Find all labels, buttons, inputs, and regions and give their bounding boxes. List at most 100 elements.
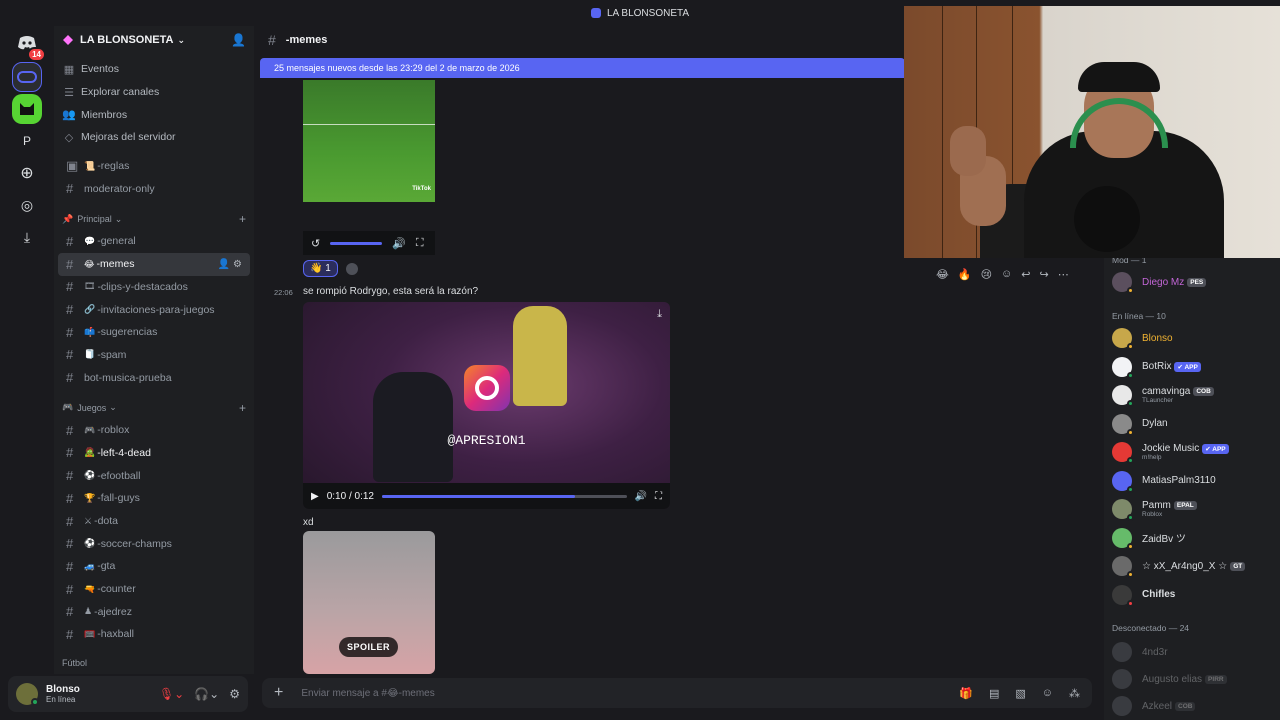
add-channel-icon[interactable]: + <box>239 212 246 226</box>
spoiler-image[interactable]: SPOILER <box>303 531 435 674</box>
new-messages-bar[interactable]: 25 mensajes nuevos desde las 23:29 del 2… <box>260 58 905 78</box>
channel-spam[interactable]: # 🧻 -spam <box>58 344 250 367</box>
gif-icon[interactable]: ▤ <box>989 687 999 700</box>
download-icon[interactable]: ⤓ <box>12 222 42 252</box>
member-item[interactable]: Jockie Music ✔ APP m!help <box>1112 440 1272 464</box>
reply-icon[interactable]: ↩ <box>1021 268 1030 281</box>
channel-ajedrez[interactable]: # ♟ -ajedrez <box>58 600 250 623</box>
gift-icon[interactable]: 🎁 <box>959 687 973 700</box>
add-reaction-icon[interactable]: ☺ <box>1001 268 1012 281</box>
channel-efootball[interactable]: # ⚽ -efootball <box>58 464 250 487</box>
mic-muted-icon[interactable]: 🎙⌄ <box>159 687 184 701</box>
emoji-icon[interactable]: ☺ <box>1042 687 1053 700</box>
channel-haxball[interactable]: # 🥅 -haxball <box>58 623 250 646</box>
avatar <box>1112 470 1134 493</box>
message-timestamp: 22:06 <box>274 288 293 297</box>
forward-icon[interactable]: ↪ <box>1039 268 1048 281</box>
server-p[interactable]: P <box>12 126 42 156</box>
channel-dota[interactable]: # ⚔ -dota <box>58 510 250 533</box>
invite-icon[interactable]: 👤 <box>231 33 246 47</box>
hash-icon: # <box>66 347 74 363</box>
add-reaction-icon[interactable] <box>345 262 358 275</box>
replay-icon[interactable]: ↺ <box>311 237 320 250</box>
spoiler-label[interactable]: SPOILER <box>339 637 399 657</box>
member-item[interactable]: MatiasPalm3110 <box>1112 469 1272 493</box>
volume-icon[interactable]: 🔊 <box>392 237 406 250</box>
channel-settings-icon[interactable]: 👤 ⚙ <box>218 259 242 270</box>
server-boost-icon <box>63 35 73 45</box>
member-item-offline[interactable]: 4nd3r <box>1112 640 1272 664</box>
video-thumbnail-football[interactable]: TikTok <box>303 80 435 202</box>
status-dot <box>1127 542 1134 550</box>
category-futbol[interactable]: Fútbol <box>54 652 254 674</box>
volume-icon[interactable]: 🔊 <box>635 491 647 502</box>
nav-events[interactable]: ▦ Eventos <box>54 58 254 81</box>
more-icon[interactable]: ⋯ <box>1058 268 1069 281</box>
member-item[interactable]: Blonso <box>1112 326 1272 350</box>
message-composer[interactable]: + Enviar mensaje a #😂-memes 🎁 ▤ ▧ ☺ ⁂ <box>262 678 1092 708</box>
member-tag: EPAL <box>1173 501 1197 510</box>
status-dot <box>1127 571 1134 578</box>
nav-server-boosts[interactable]: ◇ Mejoras del servidor <box>54 126 254 149</box>
channel-memes[interactable]: # 😂 -memes 👤 ⚙ <box>58 252 250 276</box>
tiktok-watermark: TikTok <box>412 186 431 192</box>
reaction-hand[interactable]: 👋 1 <box>303 260 338 277</box>
fullscreen-icon[interactable]: ⛶ <box>655 491 662 502</box>
volume-slider[interactable] <box>330 241 383 245</box>
username: Blonso <box>46 684 80 695</box>
video-player[interactable]: @APRESION1 ⤓ ▶ 0:10 / 0:12 🔊 ⛶ <box>303 302 670 509</box>
channel-reglas[interactable]: ▣ 📜 -reglas <box>58 155 250 178</box>
channel-left-4-dead[interactable]: # 🧟 -left-4-dead <box>58 442 250 465</box>
channel-counter[interactable]: # 🔫 -counter <box>58 578 250 601</box>
channel-moderator-only[interactable]: # moderator-only <box>58 177 250 200</box>
channel-soccer-champs[interactable]: # ⚽ -soccer-champs <box>58 532 250 555</box>
download-icon[interactable]: ⤓ <box>657 308 662 321</box>
member-item[interactable]: Chifles <box>1112 583 1272 607</box>
status-dot <box>1127 371 1134 379</box>
reaction-fire-icon[interactable]: 🔥 <box>958 268 972 281</box>
channel-fall-guys[interactable]: # 🏆 -fall-guys <box>58 487 250 510</box>
member-item[interactable]: ☆ xX_Ar4ng0_X ☆ GT <box>1112 554 1272 578</box>
member-item-offline[interactable]: Azkeel COB <box>1112 694 1272 718</box>
member-item[interactable]: camavinga COB TLauncher <box>1112 383 1272 407</box>
direct-messages-button[interactable]: 14 <box>12 28 46 62</box>
member-item[interactable]: Dylan <box>1112 412 1272 436</box>
server-header[interactable]: LA BLONSONETA ⌄ 👤 <box>54 26 254 54</box>
play-icon[interactable]: ▶ <box>311 491 319 502</box>
video-controls: ↺ 🔊 ⛶ <box>303 231 435 255</box>
reaction-laugh-icon[interactable]: 😂 <box>936 268 949 281</box>
channel-clips[interactable]: # 🎞 -clips-y-destacados <box>58 276 250 299</box>
sticker-icon[interactable]: ▧ <box>1015 687 1025 700</box>
channel-gta[interactable]: # 🚙 -gta <box>58 555 250 578</box>
reaction-sad-icon[interactable]: 😢 <box>981 268 992 281</box>
add-server-icon[interactable]: ⊕ <box>12 158 42 188</box>
attach-icon[interactable]: + <box>274 684 283 702</box>
channel-invitaciones[interactable]: # 🔗 -invitaciones-para-juegos <box>58 298 250 321</box>
member-item[interactable]: ZaidBv ツ <box>1112 526 1272 550</box>
gear-icon[interactable]: ⚙ <box>229 687 240 701</box>
server-blonsoneta[interactable] <box>12 62 42 92</box>
fullscreen-icon[interactable]: ⛶ <box>416 237 424 250</box>
channel-general[interactable]: # 💬 -general <box>58 230 250 253</box>
hash-icon: # <box>66 279 74 295</box>
avatar[interactable] <box>16 683 39 706</box>
channel-roblox[interactable]: # 🎮 -roblox <box>58 419 250 442</box>
hash-icon: # <box>66 536 74 552</box>
add-channel-icon[interactable]: + <box>239 401 246 415</box>
server-green[interactable] <box>12 94 42 124</box>
member-item[interactable]: BotRix ✔ APP <box>1112 355 1272 379</box>
video-progress-bar[interactable] <box>381 494 627 498</box>
category-juegos[interactable]: 🎮 Juegos ⌄ + <box>54 397 254 419</box>
member-item-offline[interactable]: Augusto elias PIRR <box>1112 667 1272 691</box>
nav-members[interactable]: 👥 Miembros <box>54 103 254 126</box>
member-item[interactable]: Pamm EPAL Roblox <box>1112 497 1272 521</box>
channel-sugerencias[interactable]: # 📫 -sugerencias <box>58 321 250 344</box>
discover-icon[interactable]: ◎ <box>12 190 42 220</box>
apps-icon[interactable]: ⁂ <box>1069 687 1080 700</box>
member-mod[interactable]: Diego Mz PES <box>1112 270 1272 294</box>
nav-browse-channels[interactable]: ☰ Explorar canales <box>54 81 254 104</box>
hash-icon: # <box>66 626 74 642</box>
headphones-icon[interactable]: 🎧⌄ <box>194 687 219 701</box>
category-principal[interactable]: 📌 Principal ⌄ + <box>54 208 254 230</box>
channel-bot-musica[interactable]: # bot-musica-prueba <box>58 366 250 389</box>
